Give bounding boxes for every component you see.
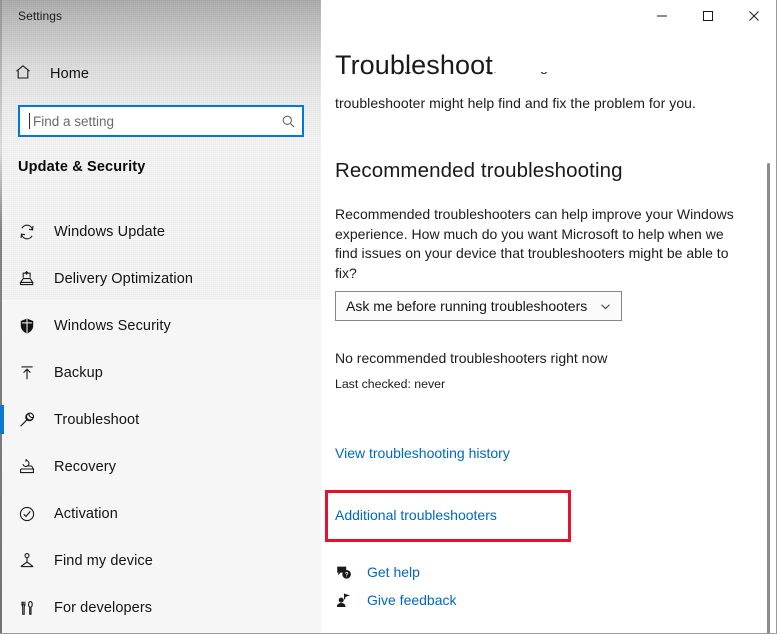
sidebar-item-find-my-device[interactable]: Find my device	[0, 537, 321, 584]
sidebar-item-delivery-optimization[interactable]: Delivery Optimization	[0, 255, 321, 302]
help-bubble-icon: ?	[333, 564, 367, 581]
intro-text: troubleshooter might help find and fix t…	[335, 95, 696, 111]
sidebar-item-for-developers[interactable]: For developers	[0, 584, 321, 631]
locator-pin-icon	[18, 552, 48, 570]
svg-text:?: ?	[345, 571, 349, 578]
tools-icon	[18, 599, 48, 617]
close-button[interactable]	[731, 0, 777, 32]
sidebar-item-recovery[interactable]: Recovery	[0, 443, 321, 490]
last-checked-text: Last checked: never	[335, 377, 446, 391]
sidebar-item-activation[interactable]: Activation	[0, 490, 321, 537]
section-heading: Recommended troubleshooting	[335, 159, 623, 182]
give-feedback-link[interactable]: Give feedback	[367, 592, 457, 608]
delivery-icon	[18, 270, 48, 288]
sidebar: Settings Home Update & Security	[0, 0, 321, 634]
home-icon	[14, 63, 42, 86]
body-paragraph: Recommended troubleshooters can help imp…	[335, 206, 734, 281]
settings-window: Settings Home Update & Security	[0, 0, 777, 634]
upload-arrow-icon	[18, 364, 48, 382]
sidebar-item-label: Backup	[54, 364, 103, 381]
feedback-person-icon	[333, 592, 367, 609]
clipped-intro-line: If something isn't working, running a	[335, 72, 755, 89]
recommended-troubleshooting-dropdown[interactable]: Ask me before running troubleshooters	[335, 291, 622, 321]
search-box[interactable]	[18, 105, 304, 137]
view-troubleshooting-history-link[interactable]: View troubleshooting history	[335, 445, 510, 461]
search-input[interactable]	[30, 107, 274, 135]
give-feedback-row[interactable]: Give feedback	[333, 586, 633, 614]
app-title: Settings	[18, 9, 63, 23]
sidebar-item-troubleshoot[interactable]: Troubleshoot	[0, 396, 321, 443]
sidebar-item-label: Delivery Optimization	[54, 270, 194, 287]
shield-icon	[18, 317, 48, 335]
sidebar-item-home-label: Home	[50, 66, 90, 82]
refresh-icon	[18, 223, 48, 241]
footer-links: ? Get help Give feedback	[333, 558, 633, 614]
get-help-row[interactable]: ? Get help	[333, 558, 633, 586]
sidebar-item-backup[interactable]: Backup	[0, 349, 321, 396]
minimize-button[interactable]	[639, 0, 685, 32]
sidebar-item-label: Troubleshoot	[54, 411, 140, 428]
sidebar-item-label: For developers	[54, 599, 153, 616]
sidebar-item-label: Activation	[54, 505, 118, 522]
check-circle-icon	[18, 505, 48, 523]
scrollbar-thumb[interactable]	[767, 163, 770, 634]
chevron-down-icon	[597, 300, 613, 313]
sidebar-section-title: Update & Security	[18, 159, 146, 175]
sidebar-item-label: Recovery	[54, 458, 117, 475]
maximize-button[interactable]	[685, 0, 731, 32]
dropdown-selected-value: Ask me before running troubleshooters	[346, 298, 588, 314]
recovery-icon	[18, 458, 48, 476]
main-content: Troubleshoot If something isn't working,…	[321, 0, 777, 634]
additional-troubleshooters-link[interactable]: Additional troubleshooters	[335, 507, 497, 523]
scrollbar-track[interactable]	[763, 32, 775, 634]
sidebar-nav-list: Windows Update Delivery Optimization Win…	[0, 208, 321, 631]
sidebar-item-windows-security[interactable]: Windows Security	[0, 302, 321, 349]
clipped-intro-text: If something isn't working, running a	[335, 72, 755, 74]
search-icon[interactable]	[274, 114, 302, 129]
get-help-link[interactable]: Get help	[367, 564, 420, 580]
sidebar-item-label: Find my device	[54, 552, 153, 569]
window-controls	[639, 0, 777, 32]
sidebar-item-home[interactable]: Home	[0, 57, 321, 91]
status-text: No recommended troubleshooters right now	[335, 350, 608, 366]
sidebar-item-label: Windows Security	[54, 317, 171, 334]
sidebar-item-label: Windows Update	[54, 223, 166, 240]
wrench-icon	[18, 411, 48, 429]
sidebar-item-windows-update[interactable]: Windows Update	[0, 208, 321, 255]
